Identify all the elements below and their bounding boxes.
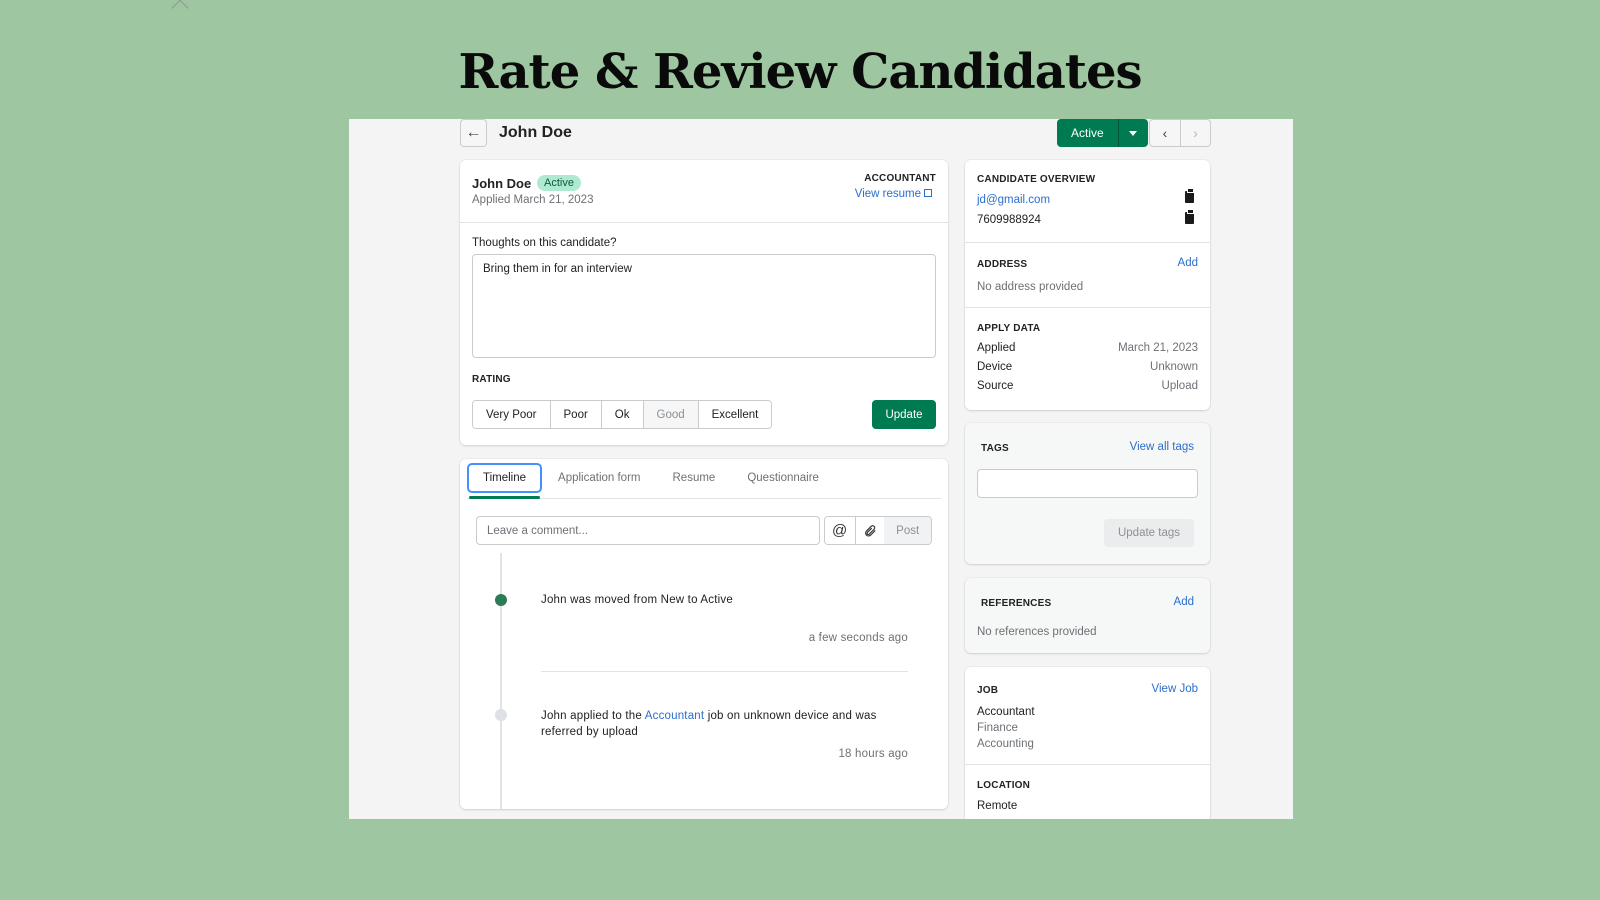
- tags-title: TAGS: [981, 443, 1009, 454]
- references-value: No references provided: [977, 626, 1097, 638]
- update-button[interactable]: Update: [872, 400, 936, 429]
- timeline-event-time: a few seconds ago: [808, 632, 908, 644]
- timeline-line: [500, 553, 502, 809]
- rating-very-poor[interactable]: Very Poor: [473, 401, 550, 428]
- overview-title: CANDIDATE OVERVIEW: [977, 174, 1096, 185]
- status-split-button: Active: [1057, 119, 1148, 147]
- view-resume-link[interactable]: View resume: [855, 188, 932, 200]
- slide-title: Rate & Review Candidates: [458, 44, 1142, 100]
- apply-value: Upload: [1161, 380, 1198, 392]
- rating-poor[interactable]: Poor: [549, 401, 601, 428]
- view-resume-label: View resume: [854, 188, 921, 200]
- timeline-event-time: 18 hours ago: [838, 748, 908, 760]
- apply-key: Source: [977, 380, 1014, 392]
- timeline-card: Timeline Application form Resume Questio…: [460, 459, 948, 809]
- thoughts-label: Thoughts on this candidate?: [472, 237, 617, 249]
- chevron-left-icon: ‹: [1162, 125, 1168, 141]
- candidate-review-card: John Doe Active Applied March 21, 2023 A…: [460, 160, 948, 445]
- scroll-up-chevron-icon[interactable]: [171, 0, 189, 17]
- divider: [965, 307, 1210, 308]
- comment-row: Leave a comment... @ Post: [476, 516, 932, 545]
- job-card: JOB View Job Accountant Finance Accounti…: [965, 667, 1210, 819]
- phone-number: 7609988924: [977, 214, 1041, 226]
- page-title: John Doe: [499, 124, 572, 141]
- tab-bar: Timeline Application form Resume Questio…: [467, 463, 941, 499]
- post-button[interactable]: Post: [884, 517, 931, 544]
- apply-key: Applied: [977, 342, 1016, 354]
- comment-actions: @ Post: [823, 516, 932, 545]
- address-title: ADDRESS: [977, 259, 1028, 270]
- status-dropdown-button[interactable]: [1118, 119, 1148, 147]
- add-address-link[interactable]: Add: [1178, 257, 1198, 269]
- external-link-icon: [924, 189, 932, 197]
- next-candidate-button[interactable]: ›: [1180, 120, 1210, 146]
- timeline-separator: [541, 671, 908, 672]
- rating-ok[interactable]: Ok: [600, 401, 643, 428]
- candidate-name: John Doe: [472, 176, 532, 191]
- applied-date: Applied March 21, 2023: [472, 194, 594, 206]
- update-tags-button[interactable]: Update tags: [1104, 519, 1194, 547]
- candidate-overview-card: CANDIDATE OVERVIEW jd@gmail.com 76099889…: [965, 160, 1210, 410]
- location-value: Remote: [977, 800, 1018, 812]
- tab-application-form[interactable]: Application form: [542, 463, 656, 493]
- status-badge: Active: [537, 175, 581, 191]
- back-button[interactable]: ←: [460, 119, 487, 147]
- timeline-dot-inactive: [495, 709, 507, 721]
- attach-button[interactable]: [854, 517, 885, 544]
- add-reference-link[interactable]: Add: [1174, 596, 1194, 608]
- job-section-title: JOB: [977, 685, 999, 696]
- previous-candidate-button[interactable]: ‹: [1150, 120, 1180, 146]
- references-title: REFERENCES: [981, 598, 1052, 609]
- apply-data-title: APPLY DATA: [977, 323, 1041, 334]
- references-card: REFERENCES Add No references provided: [965, 578, 1210, 653]
- candidate-app: ← John Doe Active ‹ › John Doe Active Ap…: [349, 119, 1293, 819]
- job-title: ACCOUNTANT: [864, 173, 936, 184]
- view-all-tags-link[interactable]: View all tags: [1130, 441, 1194, 453]
- email-link[interactable]: jd@gmail.com: [977, 194, 1050, 206]
- apply-row: Device Unknown: [977, 361, 1198, 380]
- apply-key: Device: [977, 361, 1013, 373]
- apply-row: Applied March 21, 2023: [977, 342, 1198, 361]
- at-sign-icon: @: [832, 522, 848, 539]
- mention-button[interactable]: @: [824, 517, 855, 544]
- tab-questionnaire[interactable]: Questionnaire: [731, 463, 835, 493]
- divider: [460, 222, 948, 223]
- event-text-before: John applied to the: [541, 710, 645, 722]
- timeline-dot-active: [495, 594, 507, 606]
- page-header: ← John Doe Active ‹ ›: [460, 119, 1211, 149]
- rating-label: RATING: [472, 374, 511, 385]
- divider: [965, 764, 1210, 765]
- location-title: LOCATION: [977, 780, 1031, 791]
- timeline-event-text: John was moved from New to Active: [541, 594, 733, 606]
- status-button[interactable]: Active: [1057, 119, 1119, 147]
- job-name: Accountant: [977, 706, 1035, 718]
- tab-resume[interactable]: Resume: [657, 463, 732, 493]
- clipboard-icon[interactable]: [1185, 210, 1194, 224]
- apply-row: Source Upload: [977, 380, 1198, 399]
- apply-value: Unknown: [1150, 361, 1198, 373]
- arrow-left-icon: ←: [465, 124, 482, 141]
- apply-value: March 21, 2023: [1118, 342, 1198, 354]
- job-department: Finance: [977, 722, 1018, 734]
- job-category: Accounting: [977, 738, 1034, 750]
- address-value: No address provided: [977, 281, 1084, 293]
- rating-button-group: Very Poor Poor Ok Good Excellent: [472, 400, 773, 429]
- divider: [965, 242, 1210, 243]
- thoughts-textarea[interactable]: Bring them in for an interview: [472, 254, 936, 358]
- paperclip-icon: [865, 524, 876, 536]
- apply-data-list: Applied March 21, 2023 Device Unknown Sour…: [977, 342, 1198, 399]
- caret-down-icon: [1129, 130, 1138, 136]
- job-link[interactable]: Accountant: [645, 710, 705, 722]
- candidate-pager: ‹ ›: [1149, 119, 1211, 147]
- tags-input[interactable]: [977, 469, 1198, 498]
- tab-timeline[interactable]: Timeline: [467, 463, 543, 499]
- rating-good[interactable]: Good: [642, 401, 698, 428]
- clipboard-icon[interactable]: [1185, 189, 1194, 203]
- rating-excellent[interactable]: Excellent: [697, 401, 772, 428]
- chevron-right-icon: ›: [1193, 125, 1198, 141]
- comment-input[interactable]: Leave a comment...: [476, 516, 820, 545]
- timeline-event-text: John applied to the Accountant job on un…: [541, 708, 906, 740]
- view-job-link[interactable]: View Job: [1152, 683, 1198, 695]
- tags-card: TAGS View all tags Update tags: [965, 423, 1210, 564]
